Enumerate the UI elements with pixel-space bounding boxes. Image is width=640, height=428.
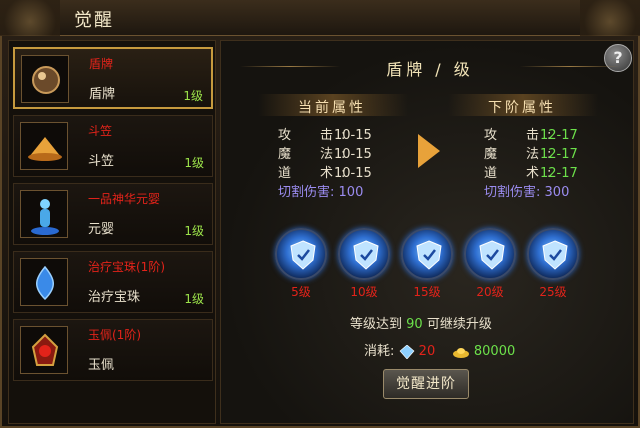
dragon-left-ornament xyxy=(0,0,60,36)
next-stat-cut: 切割伤害: 300 xyxy=(484,181,569,200)
stat-label: 魔 法: xyxy=(278,147,354,162)
item-level: 1级 xyxy=(184,156,204,170)
stat-value: 100 xyxy=(338,185,364,200)
gold-cost: 80000 xyxy=(473,344,516,359)
milestone-shield-icon[interactable] xyxy=(338,228,390,280)
milestone-label: 10级 xyxy=(350,285,378,299)
stat-value: 12-17 xyxy=(540,128,578,143)
dragon-right-ornament xyxy=(580,0,640,36)
stat-value: 10-15 xyxy=(334,128,372,143)
stat-label: 道 术: xyxy=(278,166,354,181)
awaken-advance-button[interactable]: 觉醒进阶 xyxy=(383,369,469,399)
stat-label: 道 术: xyxy=(484,166,560,181)
stat-value: 12-17 xyxy=(540,166,578,181)
spirit-figure-icon xyxy=(20,190,68,238)
list-item-spirit[interactable]: 一品神华元婴 元婴 1级 xyxy=(13,183,213,245)
stat-label: 魔 法: xyxy=(484,147,560,162)
upgrade-cost: 消耗: 20 80000 xyxy=(364,340,515,359)
list-item-jade[interactable]: 玉佩(1阶) 玉佩 xyxy=(13,319,213,381)
crystal-icon xyxy=(399,344,414,359)
next-stat-attack: 攻 击:12-17 xyxy=(484,124,578,143)
stat-value: 10-15 xyxy=(334,166,372,181)
item-sub: 斗笠 xyxy=(88,154,115,169)
milestone-shield-icon[interactable] xyxy=(401,228,453,280)
stat-label: 切割伤害: xyxy=(278,185,335,200)
item-sub: 治疗宝珠 xyxy=(88,290,141,305)
stat-label: 攻 击: xyxy=(278,128,354,143)
next-stat-tao: 道 术:12-17 xyxy=(484,162,578,181)
current-stat-attack: 攻 击:10-15 xyxy=(278,124,372,143)
current-stat-tao: 道 术:10-15 xyxy=(278,162,372,181)
item-name: 治疗宝珠(1阶) xyxy=(88,260,165,274)
item-level: 1级 xyxy=(184,292,204,306)
item-header: 盾牌 / 级 xyxy=(386,60,474,79)
straw-hat-icon xyxy=(20,122,68,170)
stat-value: 10-15 xyxy=(334,147,372,162)
item-level: 1级 xyxy=(183,89,203,103)
milestone-shield-icon[interactable] xyxy=(464,228,516,280)
help-button[interactable]: ? xyxy=(604,44,632,72)
stat-label: 攻 击: xyxy=(484,128,560,143)
stat-label: 切割伤害: xyxy=(484,185,541,200)
gold-ingot-icon xyxy=(452,347,469,358)
requirement-suffix: 可继续升级 xyxy=(426,317,492,332)
crystal-cost: 20 xyxy=(418,344,436,359)
cost-label: 消耗: xyxy=(364,344,395,359)
stat-value: 300 xyxy=(544,185,570,200)
item-sub: 元婴 xyxy=(88,222,115,237)
milestone-label: 25级 xyxy=(539,285,567,299)
window-title: 觉醒 xyxy=(74,10,114,31)
item-name: 斗笠 xyxy=(88,124,113,138)
list-item-shield[interactable]: 盾牌 盾牌 1级 xyxy=(13,47,213,109)
milestone-label: 15级 xyxy=(413,285,441,299)
red-jade-icon xyxy=(20,326,68,374)
current-stat-cut: 切割伤害: 100 xyxy=(278,181,363,200)
item-sub: 玉佩 xyxy=(88,358,115,373)
requirement-level: 90 xyxy=(406,317,423,332)
level-requirement: 等级达到 90 可继续升级 xyxy=(350,313,492,332)
list-item-hat[interactable]: 斗笠 斗笠 1级 xyxy=(13,115,213,177)
shield-orb-icon xyxy=(21,55,69,103)
item-name: 一品神华元婴 xyxy=(88,192,161,206)
title-bar: 觉醒 xyxy=(0,0,640,36)
next-stat-magic: 魔 法:12-17 xyxy=(484,143,578,162)
header-divider-right xyxy=(520,66,620,67)
equipment-list: 盾牌 盾牌 1级 斗笠 斗笠 1级 一品神华元婴 元婴 1级 治疗宝珠(1阶) … xyxy=(8,40,216,424)
stat-value: 12-17 xyxy=(540,147,578,162)
item-sub: 盾牌 xyxy=(89,87,116,102)
item-name: 玉佩(1阶) xyxy=(88,328,141,342)
upgrade-arrow-icon xyxy=(418,134,440,168)
header-divider-left xyxy=(240,66,340,67)
milestone-label: 20级 xyxy=(476,285,504,299)
current-stat-magic: 魔 法:10-15 xyxy=(278,143,372,162)
item-level: 1级 xyxy=(184,224,204,238)
requirement-prefix: 等级达到 xyxy=(350,317,403,332)
milestone-shield-icon[interactable] xyxy=(527,228,579,280)
item-name: 盾牌 xyxy=(89,57,114,71)
milestone-label: 5级 xyxy=(291,285,311,299)
blue-gem-icon xyxy=(20,258,68,306)
current-attr-title: 当前属性 xyxy=(298,100,366,116)
milestone-shield-icon[interactable] xyxy=(275,228,327,280)
next-attr-title: 下阶属性 xyxy=(488,100,556,116)
list-item-gem[interactable]: 治疗宝珠(1阶) 治疗宝珠 1级 xyxy=(13,251,213,313)
